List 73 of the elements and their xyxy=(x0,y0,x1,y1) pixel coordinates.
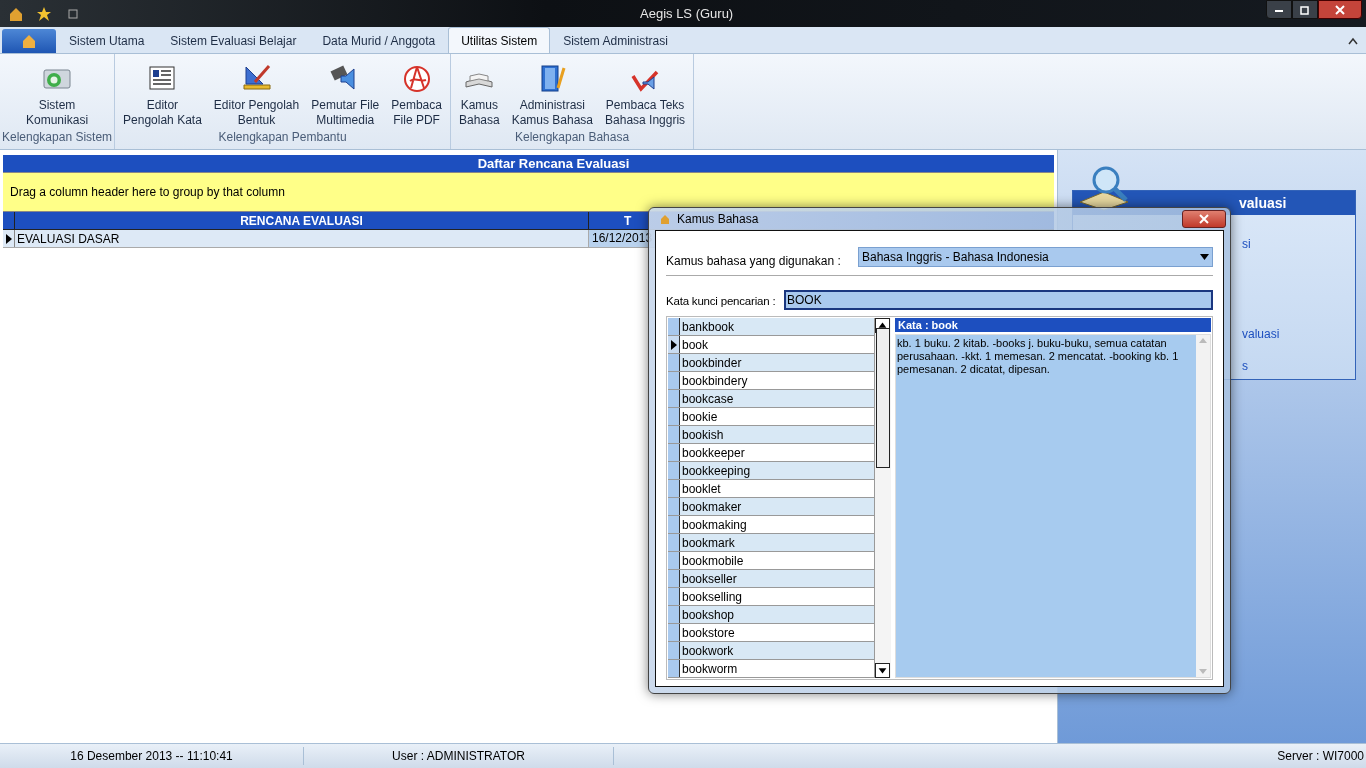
ribbon-tab[interactable]: Sistem Evaluasi Belajar xyxy=(157,29,310,53)
collapse-icon[interactable] xyxy=(1348,37,1358,45)
column-header[interactable]: RENCANA EVALUASI xyxy=(15,212,589,229)
search-label: Kata kunci pencarian : xyxy=(666,293,777,309)
ribbon-button[interactable]: Editor Pengolah Kata xyxy=(117,62,208,128)
word-row[interactable]: bookbinder xyxy=(668,354,874,372)
word-row[interactable]: bookkeeper xyxy=(668,444,874,462)
word-row[interactable]: bookselling xyxy=(668,588,874,606)
side-link[interactable]: s xyxy=(1241,357,1249,375)
side-link[interactable]: si xyxy=(1241,235,1252,253)
ribbon-button[interactable]: Sistem Komunikasi xyxy=(20,62,95,128)
ribbon-button[interactable]: Administrasi Kamus Bahasa xyxy=(505,62,600,128)
word-row[interactable]: bookmobile xyxy=(668,552,874,570)
row-pointer-icon xyxy=(5,233,12,244)
close-icon xyxy=(1335,4,1345,15)
ribbon-tab[interactable]: Sistem Utama xyxy=(56,29,158,53)
column-header[interactable]: T xyxy=(589,212,639,229)
dictionary-label: Kamus bahasa yang digunakan : xyxy=(666,253,842,270)
home-icon[interactable] xyxy=(8,5,24,22)
definition-header: Kata : book xyxy=(895,318,1211,332)
scroll-thumb[interactable] xyxy=(876,328,890,468)
scrollbar[interactable] xyxy=(874,318,891,678)
ribbon-button[interactable]: Editor Pengolah Bentuk xyxy=(207,62,306,128)
group-hint: Drag a column header here to group by that column xyxy=(10,184,285,201)
status-server: Server : WI7000 xyxy=(1277,748,1365,765)
ribbon-tab[interactable]: Sistem Administrasi xyxy=(550,29,681,53)
close-button[interactable] xyxy=(1182,210,1226,228)
dialog-title: Kamus Bahasa xyxy=(677,211,759,228)
ribbon-button[interactable]: Pembaca Teks Bahasa Inggris xyxy=(599,62,692,128)
word-row[interactable]: bankbook xyxy=(668,318,874,336)
word-row[interactable]: bookwork xyxy=(668,642,874,660)
minimize-button[interactable] xyxy=(1266,0,1292,19)
restore-icon xyxy=(1300,4,1310,15)
word-row[interactable]: bookish xyxy=(668,426,874,444)
word-row[interactable]: bookkeeping xyxy=(668,462,874,480)
home-tab[interactable] xyxy=(2,29,56,53)
dictionary-dropdown[interactable]: Bahasa Inggris - Bahasa Indonesia xyxy=(858,247,1213,267)
word-row[interactable]: bookmaking xyxy=(668,516,874,534)
group-label: Kelengkapan Bahasa xyxy=(515,129,630,146)
group-label: Kelengkapan Pembantu xyxy=(218,129,347,146)
ribbon-button[interactable]: Pembaca File PDF xyxy=(385,62,448,128)
scroll-down-icon[interactable] xyxy=(875,663,890,678)
group-label: Kelengkapan Sistem xyxy=(2,129,113,146)
word-row[interactable]: bookmaker xyxy=(668,498,874,516)
window-title: Aegis LS (Guru) xyxy=(640,5,734,23)
definition-text: kb. 1 buku. 2 kitab. -books j. buku-buku, semua catatan perusahaan. -kkt. 1 memesan. 2 mencatat. -booking kb. 1 pemesanan. 2 dicatat, dipesan. xyxy=(896,336,1180,377)
status-user: User : ADMINISTRATOR xyxy=(304,747,614,765)
status-date: 16 Desember 2013 -- 11:10:41 xyxy=(0,747,304,765)
word-row[interactable]: bookcase xyxy=(668,390,874,408)
side-link[interactable]: valuasi xyxy=(1241,325,1281,343)
word-row[interactable]: bookworm xyxy=(668,660,874,678)
close-icon xyxy=(1199,214,1209,224)
ribbon-tab[interactable]: Utilitas Sistem xyxy=(448,27,551,53)
word-row[interactable]: bookseller xyxy=(668,570,874,588)
word-row[interactable]: book xyxy=(668,336,874,354)
grid-title: Daftar Rencana Evaluasi xyxy=(3,155,1054,172)
word-row[interactable]: bookbindery xyxy=(668,372,874,390)
maximize-button[interactable] xyxy=(1292,0,1318,19)
close-button[interactable] xyxy=(1318,0,1362,19)
ribbon-button[interactable]: Kamus Bahasa xyxy=(452,62,506,128)
star-icon[interactable] xyxy=(36,5,52,22)
ribbon-button[interactable]: Pemutar File Multimedia xyxy=(305,62,386,128)
home-icon xyxy=(21,33,37,49)
word-row[interactable]: bookmark xyxy=(668,534,874,552)
search-field[interactable]: BOOK xyxy=(784,290,1213,310)
dropdown-icon[interactable] xyxy=(68,8,78,19)
word-row[interactable]: bookshop xyxy=(668,606,874,624)
word-row[interactable]: bookstore xyxy=(668,624,874,642)
ribbon-tab[interactable]: Data Murid / Anggota xyxy=(309,29,449,53)
side-title: valuasi xyxy=(1239,193,1287,213)
dropdown-arrow-icon xyxy=(1200,254,1209,260)
word-row[interactable]: bookie xyxy=(668,408,874,426)
word-row[interactable]: booklet xyxy=(668,480,874,498)
